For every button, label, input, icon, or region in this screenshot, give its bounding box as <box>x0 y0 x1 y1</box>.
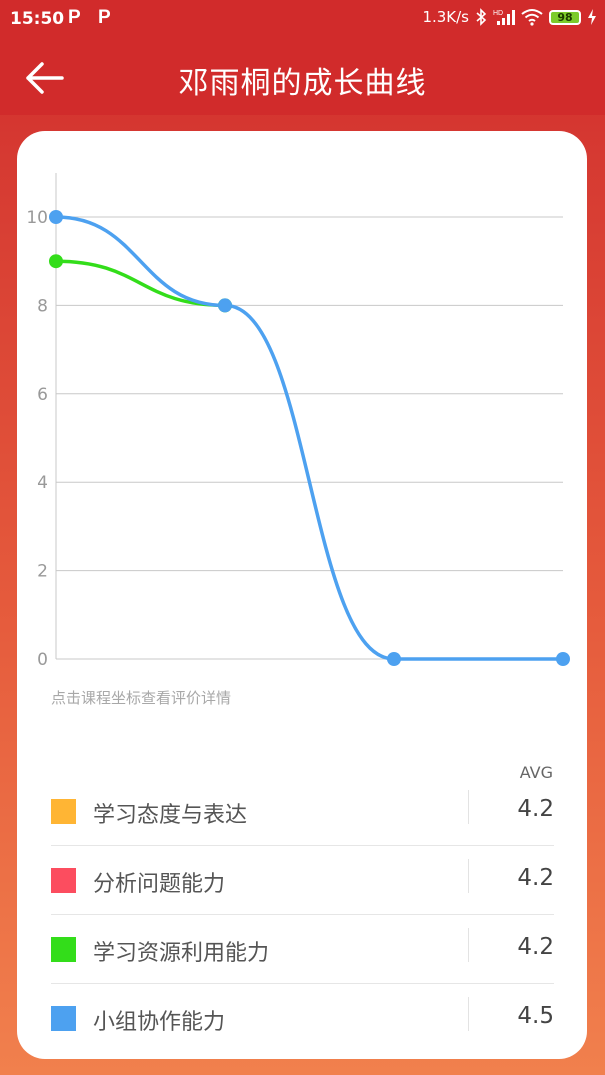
legend-swatch <box>51 1006 76 1031</box>
data-point <box>218 298 232 313</box>
data-point <box>49 210 63 224</box>
y-tick-label: 4 <box>37 473 48 493</box>
divider <box>468 928 469 962</box>
divider <box>468 997 469 1031</box>
legend-label: 小组协作能力 <box>93 1010 226 1035</box>
data-point <box>387 652 401 666</box>
legend-avg-value: 4.2 <box>517 865 554 891</box>
page-title: 邓雨桐的成长曲线 <box>178 66 427 101</box>
svg-text:HD: HD <box>493 10 503 17</box>
divider <box>468 859 469 893</box>
legend-label: 学习态度与表达 <box>93 803 248 828</box>
legend-item[interactable]: 学习资源利用能力 4.2 <box>51 915 554 984</box>
legend-swatch <box>51 937 76 962</box>
legend-item[interactable]: 学习态度与表达 4.2 <box>51 777 554 846</box>
legend-label: 学习资源利用能力 <box>93 941 270 966</box>
legend-swatch <box>51 799 76 824</box>
charging-icon <box>588 9 596 25</box>
notification-p-icon: P <box>68 7 81 28</box>
legend-avg-value: 4.5 <box>517 1003 554 1029</box>
y-tick-label: 6 <box>37 385 48 405</box>
y-tick-label: 8 <box>37 296 48 316</box>
y-tick-label: 10 <box>26 208 48 228</box>
series-line <box>54 259 227 308</box>
data-point <box>49 254 63 269</box>
series-line <box>54 215 565 661</box>
legend-swatch <box>51 868 76 893</box>
chart-card: 0 2 4 6 8 10 点击课程坐标查看评价详情 AVG 学习态度与表达 4.2 分析问… <box>17 131 587 1059</box>
legend-avg-value: 4.2 <box>517 796 554 822</box>
growth-chart: 0 2 4 6 8 10 <box>26 173 570 670</box>
legend-avg-value: 4.2 <box>517 934 554 960</box>
legend-item[interactable]: 小组协作能力 4.5 <box>51 984 554 1053</box>
notification-p-icon: P <box>98 7 111 28</box>
app-bar: 邓雨桐的成长曲线 <box>0 40 605 115</box>
legend-item[interactable]: 分析问题能力 4.2 <box>51 846 554 915</box>
y-tick-label: 2 <box>37 562 48 582</box>
battery-icon: 98 <box>549 9 581 25</box>
bluetooth-icon <box>476 8 487 26</box>
chart-hint: 点击课程坐标查看评价详情 <box>51 689 232 707</box>
status-bar: 15:50 P P 1.3K/s HD 98 <box>0 0 605 40</box>
wifi-icon <box>521 9 543 26</box>
divider <box>468 790 469 824</box>
network-speed: 1.3K/s <box>422 8 469 26</box>
y-tick-label: 0 <box>37 650 48 670</box>
data-point <box>556 652 570 666</box>
signal-icon: HD <box>493 10 515 25</box>
legend-label: 分析问题能力 <box>93 872 226 897</box>
status-time: 15:50 <box>10 9 65 29</box>
